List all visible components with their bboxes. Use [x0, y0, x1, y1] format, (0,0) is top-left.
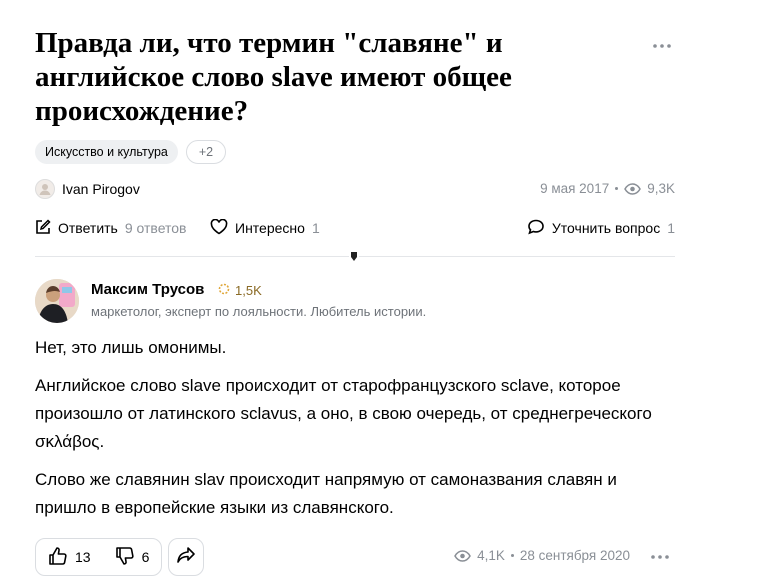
question-date: 9 мая 2017 [540, 181, 610, 196]
question-meta: 9 мая 2017 9,3K [540, 181, 675, 196]
like-button[interactable]: 13 [36, 546, 103, 569]
rating-value: 1,5K [235, 283, 262, 298]
answer-paragraph: Английское слово slave происходит от ста… [35, 376, 652, 451]
drop-icon [349, 249, 359, 263]
share-icon [176, 546, 196, 569]
tag-more-button[interactable]: +2 [185, 140, 227, 164]
interest-button[interactable]: Интересно 1 [210, 218, 320, 238]
dislike-button[interactable]: 6 [103, 546, 162, 569]
question-title: Правда ли, что термин "славяне" и англий… [35, 27, 512, 127]
avatar [35, 179, 55, 199]
eye-icon [624, 182, 642, 195]
avatar[interactable] [35, 279, 79, 323]
clarify-count: 1 [667, 220, 675, 236]
answer-paragraph: Слово же славянин slav происходит напрям… [35, 470, 617, 517]
chat-icon [527, 219, 545, 238]
question-more-icon[interactable] [650, 37, 674, 55]
like-count: 13 [75, 549, 91, 565]
answer-body: Нет, это лишь омонимы. Английское слово … [35, 334, 675, 532]
answer-author-name[interactable]: Максим Трусов [91, 281, 204, 298]
tag-list: Искусство и культура +2 [35, 140, 227, 164]
separator-dot [510, 554, 514, 557]
heart-icon [210, 218, 228, 238]
author-name[interactable]: Ivan Pirogov [62, 181, 140, 197]
answer-paragraph: Нет, это лишь омонимы. [35, 338, 227, 357]
question-views: 9,3K [647, 181, 675, 196]
author-rating: 1,5K [217, 282, 262, 299]
thumb-down-icon [115, 546, 135, 569]
question-actions: Ответить 9 ответов Интересно 1 Уточнить … [35, 217, 675, 239]
question-author[interactable]: Ivan Pirogov [35, 179, 140, 199]
eye-icon [454, 549, 471, 562]
edit-icon [35, 218, 51, 238]
clarify-button[interactable]: Уточнить вопрос 1 [527, 219, 675, 238]
share-button[interactable] [168, 538, 204, 576]
answer-meta: 4,1K 28 сентября 2020 [454, 548, 630, 563]
answer-views: 4,1K [477, 548, 505, 563]
answer-button[interactable]: Ответить 9 ответов [35, 218, 187, 238]
answer-count: 9 ответов [124, 220, 187, 236]
answer-label: Ответить [58, 220, 118, 236]
dislike-count: 6 [141, 549, 150, 565]
answer-more-icon[interactable] [648, 548, 672, 566]
vote-box: 13 6 [35, 538, 162, 576]
tag-item[interactable]: Искусство и культура [35, 140, 178, 164]
interest-count: 1 [311, 220, 320, 236]
answer-date: 28 сентября 2020 [519, 548, 630, 563]
rating-icon [217, 282, 231, 299]
separator-dot [615, 187, 619, 190]
author-bio: маркетолог, эксперт по лояльности. Любит… [91, 304, 427, 319]
thumb-up-icon [48, 546, 68, 569]
clarify-label: Уточнить вопрос [551, 220, 661, 236]
interest-label: Интересно [235, 220, 305, 236]
